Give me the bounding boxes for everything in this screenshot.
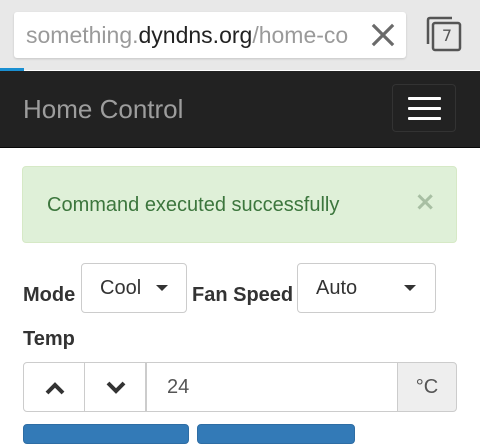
temp-input[interactable] (146, 362, 398, 412)
mode-select[interactable]: Cool (81, 263, 187, 313)
mode-value: Cool (100, 277, 142, 299)
url-text[interactable]: something.dyndns.org/home-co (26, 12, 361, 58)
temp-down-button[interactable] (84, 362, 146, 412)
fan-speed-value: Auto (316, 277, 358, 299)
temp-label: Temp (23, 328, 75, 350)
temp-unit: °C (397, 362, 457, 412)
temp-up-button[interactable] (23, 362, 85, 412)
close-icon[interactable] (370, 22, 396, 48)
navbar-toggle-button[interactable] (392, 84, 456, 132)
alert-message: Command executed successfully (47, 194, 340, 216)
alert-close-button[interactable]: × (414, 189, 436, 215)
navbar: Home Control (0, 71, 480, 148)
fan-speed-select[interactable]: Auto (297, 263, 436, 313)
caret-down-icon (404, 285, 416, 291)
success-alert: Command executed successfully × (22, 166, 457, 243)
url-domain: dyndns.org (138, 22, 253, 48)
action-button[interactable] (197, 424, 355, 444)
fan-speed-label: Fan Speed (192, 284, 294, 306)
tabs-count: 7 (441, 26, 453, 45)
navbar-brand[interactable]: Home Control (23, 71, 183, 147)
mode-label: Mode (23, 284, 76, 306)
chevron-up-icon (45, 382, 65, 395)
tabs-button[interactable]: 7 (426, 16, 462, 52)
chevron-down-icon (106, 381, 126, 394)
url-path: /home-co (252, 22, 349, 48)
url-prefix: something. (26, 22, 139, 48)
caret-down-icon (156, 285, 168, 291)
browser-chrome: something.dyndns.org/home-co 7 (0, 0, 480, 70)
action-button[interactable] (23, 424, 189, 444)
address-bar[interactable]: something.dyndns.org/home-co (14, 12, 406, 58)
